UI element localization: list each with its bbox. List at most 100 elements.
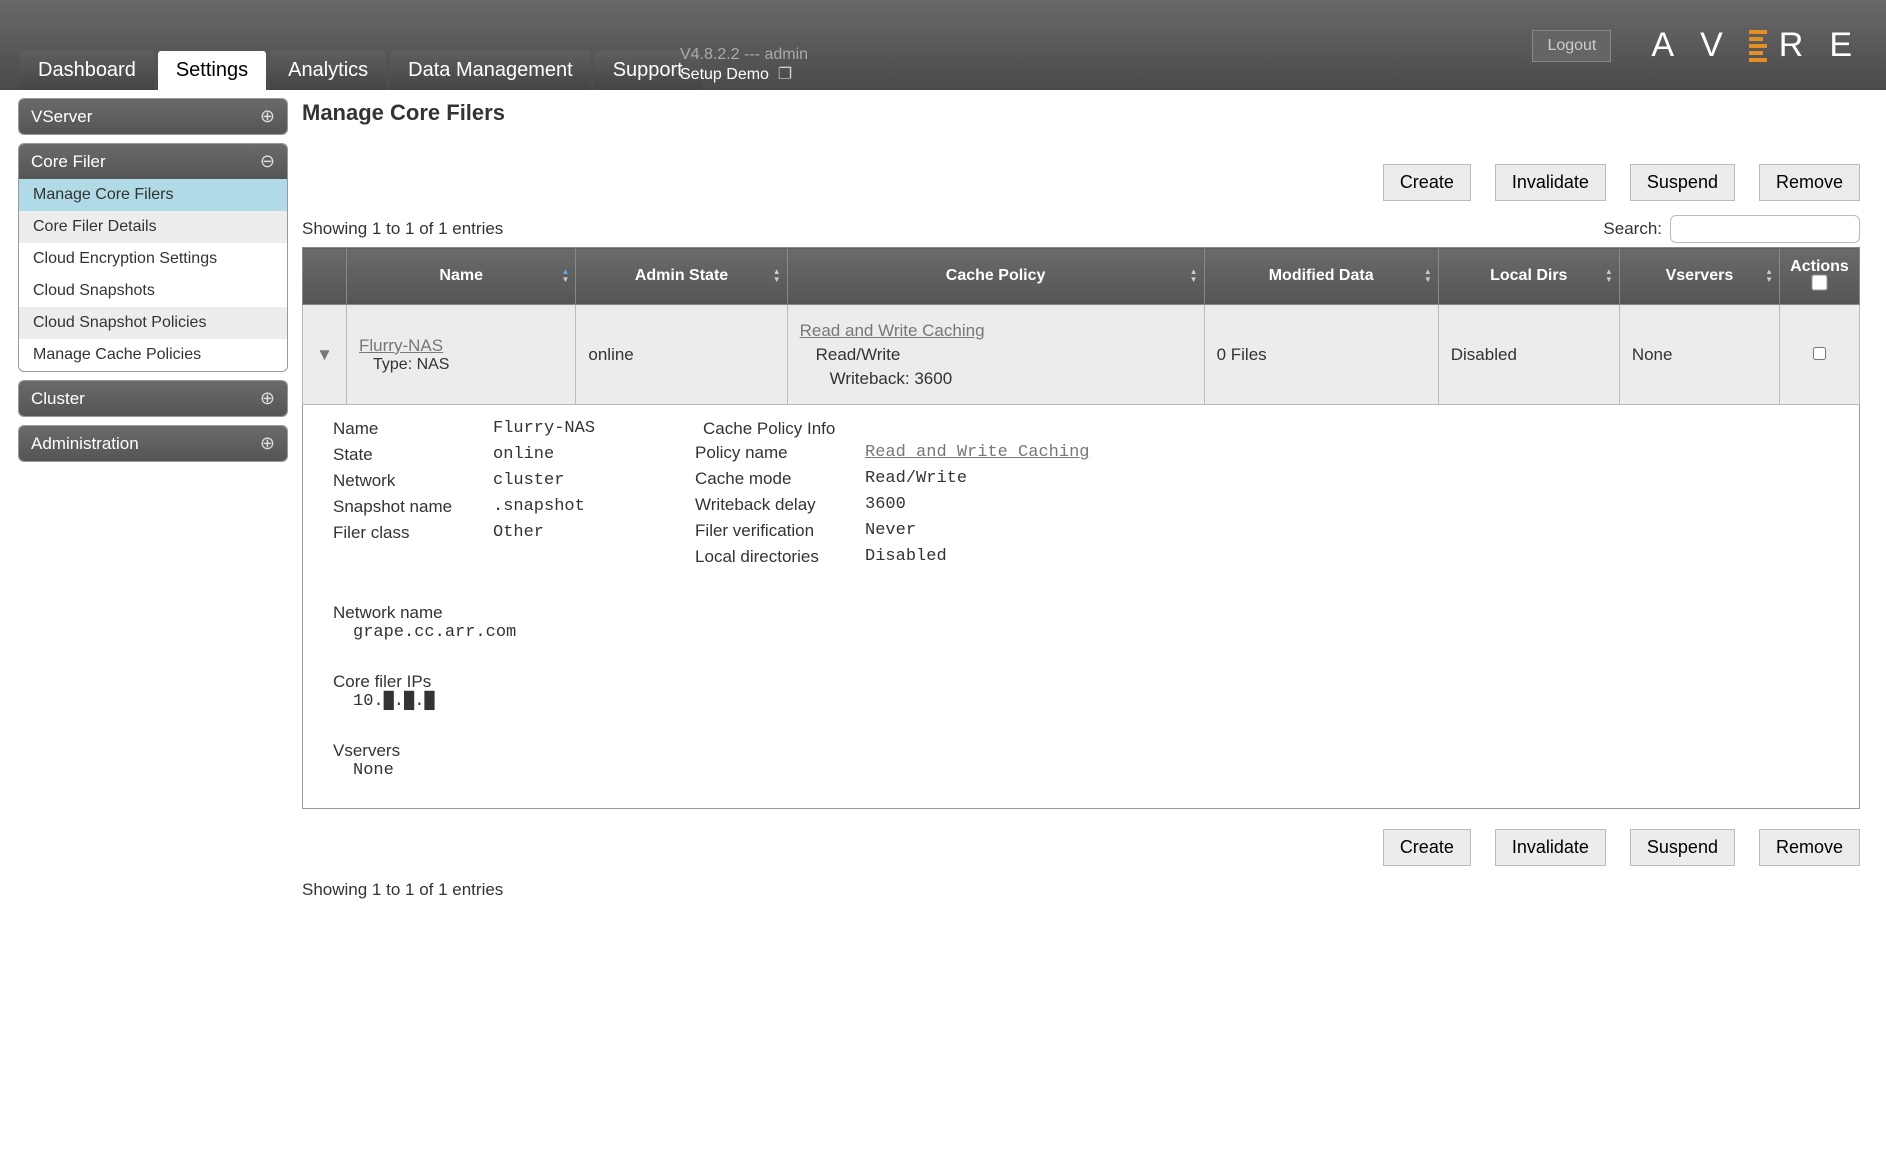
sidebar-item-manage-core-filers[interactable]: Manage Core Filers <box>19 179 287 211</box>
col-modified-data[interactable]: Modified Data▲▼ <box>1204 248 1438 305</box>
tab-dashboard[interactable]: Dashboard <box>20 51 154 90</box>
filer-type: Type: NAS <box>359 356 563 374</box>
detail-value-local-directories: Disabled <box>865 547 947 567</box>
col-vservers[interactable]: Vservers▲▼ <box>1619 248 1779 305</box>
remove-button[interactable]: Remove <box>1759 829 1860 866</box>
detail-value-cache-mode: Read/Write <box>865 469 967 489</box>
minus-icon: ⊖ <box>260 151 275 172</box>
detail-label-filer-verification: Filer verification <box>695 521 865 541</box>
cache-policy-link[interactable]: Read and Write Caching <box>800 321 985 340</box>
policy-title: Cache Policy Info <box>695 419 1089 439</box>
logout-button[interactable]: Logout <box>1532 30 1611 62</box>
brand-logo: A V R E <box>1651 26 1866 65</box>
filer-name-link[interactable]: Flurry-NAS <box>359 336 443 355</box>
detail-value-writeback-delay: 3600 <box>865 495 906 515</box>
network-name: grape.cc.arr.com <box>333 623 1829 642</box>
detail-value-network: cluster <box>493 471 564 491</box>
sidebar-group-administration[interactable]: Administration⊕ <box>19 426 287 461</box>
vservers-cell: None <box>1619 305 1779 405</box>
brand-e-icon <box>1749 30 1767 62</box>
plus-icon: ⊕ <box>260 106 275 127</box>
detail-value-filer-verification: Never <box>865 521 916 541</box>
detail-left-col: NameFlurry-NASStateonlineNetworkclusterS… <box>333 419 595 573</box>
version-info: V4.8.2.2 --- admin Setup Demo ❐ <box>680 46 808 84</box>
sidebar-item-cloud-encryption-settings[interactable]: Cloud Encryption Settings <box>19 243 287 275</box>
core-ips-label: Core filer IPs <box>333 672 1829 692</box>
sidebar-group-core-filer[interactable]: Core Filer⊖ <box>19 144 287 179</box>
detail-value-snapshot-name: .snapshot <box>493 497 585 517</box>
sidebar-group-cluster[interactable]: Cluster⊕ <box>19 381 287 416</box>
col-expand <box>303 248 347 305</box>
search-label: Search: <box>1603 219 1662 239</box>
sidebar-item-manage-cache-policies[interactable]: Manage Cache Policies <box>19 339 287 371</box>
action-row-top: Create Invalidate Suspend Remove <box>302 164 1860 201</box>
network-name-label: Network name <box>333 603 1829 623</box>
suspend-button[interactable]: Suspend <box>1630 164 1735 201</box>
sidebar: VServer⊕ Core Filer⊖Manage Core FilersCor… <box>0 90 288 900</box>
detail-value-state: online <box>493 445 554 465</box>
col-local-dirs[interactable]: Local Dirs▲▼ <box>1438 248 1619 305</box>
header-right: Logout A V R E <box>1532 26 1866 65</box>
setup-demo[interactable]: Setup Demo <box>680 66 769 83</box>
page-title: Manage Core Filers <box>302 100 1860 126</box>
row-checkbox[interactable] <box>1813 347 1826 360</box>
detail-label-network: Network <box>333 471 493 491</box>
col-admin-state[interactable]: Admin State▲▼ <box>576 248 787 305</box>
suspend-button[interactable]: Suspend <box>1630 829 1735 866</box>
showing-text-bottom: Showing 1 to 1 of 1 entries <box>302 880 1860 900</box>
search-input[interactable] <box>1670 215 1860 243</box>
sidebar-group-vserver[interactable]: VServer⊕ <box>19 99 287 134</box>
details-panel: NameFlurry-NASStateonlineNetworkclusterS… <box>302 405 1860 809</box>
sidebar-item-cloud-snapshots[interactable]: Cloud Snapshots <box>19 275 287 307</box>
expand-toggle[interactable]: ▼ <box>303 305 347 405</box>
create-button[interactable]: Create <box>1383 164 1471 201</box>
sort-icon: ▲▼ <box>1190 268 1198 284</box>
tab-settings[interactable]: Settings <box>158 51 266 90</box>
remove-button[interactable]: Remove <box>1759 164 1860 201</box>
col-name[interactable]: Name▲▼ <box>347 248 576 305</box>
modified-data: 0 Files <box>1204 305 1438 405</box>
col-actions[interactable]: Actions <box>1780 248 1860 305</box>
cache-mode: Read/Write <box>800 343 1192 367</box>
detail-label-local-directories: Local directories <box>695 547 865 567</box>
core-filers-table: Name▲▼Admin State▲▼Cache Policy▲▼Modifie… <box>302 247 1860 405</box>
col-cache-policy[interactable]: Cache Policy▲▼ <box>787 248 1204 305</box>
select-all-checkbox[interactable] <box>1811 274 1828 291</box>
tab-data-management[interactable]: Data Management <box>390 51 591 90</box>
plus-icon: ⊕ <box>260 388 275 409</box>
detail-value-name: Flurry-NAS <box>493 419 595 439</box>
cache-wb: Writeback: 3600 <box>800 367 1192 391</box>
detail-label-policy-name: Policy name <box>695 443 865 463</box>
sort-icon: ▲▼ <box>1765 268 1773 284</box>
invalidate-button[interactable]: Invalidate <box>1495 164 1606 201</box>
detail-label-cache-mode: Cache mode <box>695 469 865 489</box>
admin-state: online <box>576 305 787 405</box>
sidebar-item-core-filer-details[interactable]: Core Filer Details <box>19 211 287 243</box>
vservers-label: Vservers <box>333 741 1829 761</box>
sort-icon: ▲▼ <box>561 268 569 284</box>
vservers-value: None <box>333 761 1829 780</box>
detail-right-col: Cache Policy Info Policy nameRead and Wr… <box>695 419 1089 573</box>
detail-value-policy-name[interactable]: Read and Write Caching <box>865 443 1089 463</box>
table-header-row: Name▲▼Admin State▲▼Cache Policy▲▼Modifie… <box>303 248 1860 305</box>
table-row: ▼ Flurry-NAS Type: NAS online Read and W… <box>303 305 1860 405</box>
content: Manage Core Filers Create Invalidate Suspe… <box>288 90 1886 900</box>
detail-label-snapshot-name: Snapshot name <box>333 497 493 517</box>
tab-analytics[interactable]: Analytics <box>270 51 386 90</box>
core-ips: 10.█.█.█ <box>333 692 1829 711</box>
showing-text-top: Showing 1 to 1 of 1 entries <box>302 219 503 239</box>
invalidate-button[interactable]: Invalidate <box>1495 829 1606 866</box>
version-text: V4.8.2.2 --- admin <box>680 46 808 63</box>
create-button[interactable]: Create <box>1383 829 1471 866</box>
detail-label-writeback-delay: Writeback delay <box>695 495 865 515</box>
sort-icon: ▲▼ <box>1605 268 1613 284</box>
detail-label-state: State <box>333 445 493 465</box>
detail-value-filer-class: Other <box>493 523 544 543</box>
sidebar-item-cloud-snapshot-policies[interactable]: Cloud Snapshot Policies <box>19 307 287 339</box>
detail-label-name: Name <box>333 419 493 439</box>
sort-icon: ▲▼ <box>1424 268 1432 284</box>
action-row-bottom: Create Invalidate Suspend Remove <box>302 829 1860 866</box>
nav-tabs: DashboardSettingsAnalyticsData Managemen… <box>20 51 701 90</box>
sort-icon: ▲▼ <box>773 268 781 284</box>
doc-icon: ❐ <box>773 66 792 83</box>
